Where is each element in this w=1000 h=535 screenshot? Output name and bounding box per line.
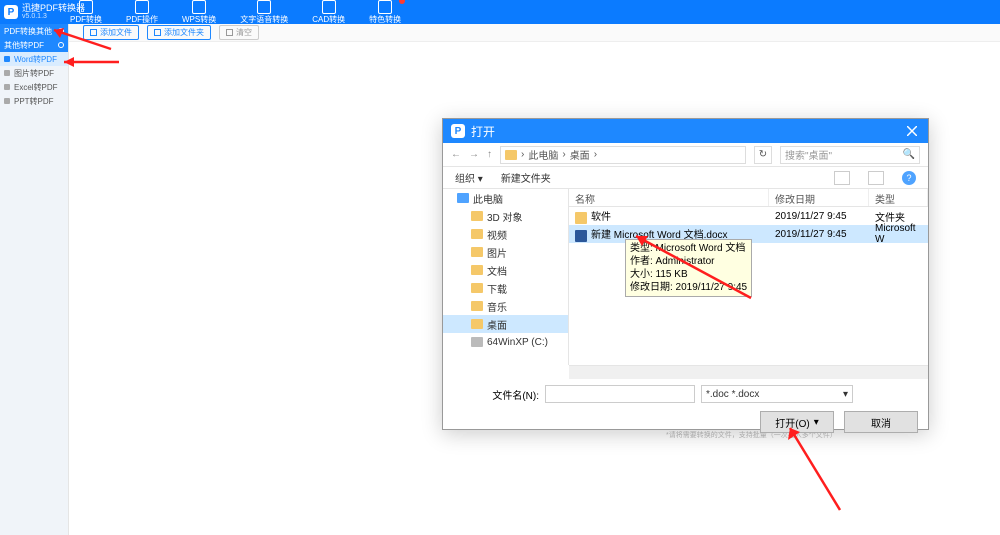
pc-icon [505, 150, 517, 160]
nav-back-button[interactable]: ← [451, 149, 461, 160]
list-header: 名称 修改日期 类型 [569, 189, 928, 207]
sidebar-section-pdf-to-other[interactable]: PDF转换其他 [0, 24, 68, 38]
word-icon [575, 230, 587, 242]
filename-input[interactable] [545, 385, 695, 403]
folder-icon [471, 265, 483, 275]
refresh-button[interactable]: ↻ [754, 146, 772, 164]
drive-icon [471, 337, 483, 347]
tree-item-pc[interactable]: 此电脑 [443, 189, 568, 207]
tab-special[interactable]: 特色转换 [369, 0, 401, 25]
app-logo: P [4, 5, 18, 19]
tree-item[interactable]: 下载 [443, 279, 568, 297]
tab-pdf-convert[interactable]: PDF转换 [70, 0, 102, 25]
nav-up-button[interactable]: ↑ [487, 149, 492, 160]
close-button[interactable] [904, 123, 920, 139]
tab-wps[interactable]: WPS转换 [182, 0, 216, 25]
folder-icon [471, 229, 483, 239]
breadcrumb[interactable]: › 此电脑 › 桌面 › [500, 146, 746, 164]
folder-icon [154, 29, 161, 36]
tree-item[interactable]: 3D 对象 [443, 207, 568, 225]
file-tooltip: 类型: Microsoft Word 文档 作者: Administrator … [625, 239, 752, 297]
sidebar-item-excel-to-pdf[interactable]: Excel转PDF [0, 80, 68, 94]
sidebar-item-image-to-pdf[interactable]: 图片转PDF [0, 66, 68, 80]
chevron-icon [58, 28, 64, 34]
chevron-icon [58, 42, 64, 48]
crumb-separator: › [521, 149, 524, 160]
tree-item[interactable]: 音乐 [443, 297, 568, 315]
crumb-separator: › [594, 149, 597, 160]
file-open-dialog: P 打开 ← → ↑ › 此电脑 › 桌面 › ↻ 搜索"桌面" 🔍 组织 ▾ … [442, 118, 929, 430]
tree-item[interactable]: 图片 [443, 243, 568, 261]
dialog-titlebar: P 打开 [443, 119, 928, 143]
sidebar-item-word-to-pdf[interactable]: Word转PDF [0, 52, 68, 66]
main-tabs: PDF转换 PDF操作 WPS转换 文字语音转换 CAD转换 特色转换 [70, 0, 401, 24]
chevron-down-icon: ▾ [814, 417, 819, 428]
tab-audio[interactable]: 文字语音转换 [240, 0, 288, 25]
filename-label: 文件名(N): [453, 387, 539, 402]
col-name[interactable]: 名称 [569, 189, 769, 206]
folder-icon [471, 247, 483, 257]
search-input[interactable]: 搜索"桌面" 🔍 [780, 146, 920, 164]
dialog-toolbar: 组织 ▾ 新建文件夹 ? [443, 167, 928, 189]
sidebar-item-ppt-to-pdf[interactable]: PPT转PDF [0, 94, 68, 108]
dialog-title: 打开 [471, 123, 495, 140]
col-type[interactable]: 类型 [869, 189, 928, 206]
search-icon: 🔍 [903, 149, 915, 160]
dialog-nav: ← → ↑ › 此电脑 › 桌面 › ↻ 搜索"桌面" 🔍 [443, 143, 928, 167]
pc-icon [457, 193, 469, 203]
folder-icon [471, 283, 483, 293]
cancel-button[interactable]: 取消 [844, 411, 918, 433]
trash-icon [226, 29, 233, 36]
new-folder-button[interactable]: 新建文件夹 [501, 170, 551, 185]
sidebar-section-other-to-pdf[interactable]: 其他转PDF [0, 38, 68, 52]
organize-button[interactable]: 组织 ▾ [455, 170, 483, 185]
plus-icon [90, 29, 97, 36]
folder-icon [471, 211, 483, 221]
tab-cad[interactable]: CAD转换 [312, 0, 345, 25]
horizontal-scrollbar[interactable] [569, 365, 928, 379]
view-details-button[interactable] [868, 171, 884, 185]
sidebar: PDF转换其他 其他转PDF Word转PDF 图片转PDF Excel转PDF… [0, 24, 69, 535]
view-list-button[interactable] [834, 171, 850, 185]
file-type-filter[interactable]: *.doc *.docx▾ [701, 385, 853, 403]
file-list: 名称 修改日期 类型 软件 2019/11/27 9:45 文件夹 新建 Mic… [569, 189, 928, 365]
nav-forward-button[interactable]: → [469, 149, 479, 160]
tree-item-drive[interactable]: 64WinXP (C:) [443, 333, 568, 351]
folder-tree: 此电脑 3D 对象 视频 图片 文档 下载 音乐 桌面 64WinXP (C:) [443, 189, 569, 365]
tab-pdf-op[interactable]: PDF操作 [126, 0, 158, 25]
folder-icon [471, 319, 483, 329]
refresh-icon: ↻ [759, 149, 767, 160]
col-date[interactable]: 修改日期 [769, 189, 869, 206]
crumb-separator: › [562, 149, 565, 160]
folder-icon [575, 212, 587, 224]
tree-item[interactable]: 视频 [443, 225, 568, 243]
help-button[interactable]: ? [902, 171, 916, 185]
open-button[interactable]: 打开(O)▾ [760, 411, 834, 433]
chevron-down-icon: ▾ [843, 389, 848, 400]
tree-item-desktop[interactable]: 桌面 [443, 315, 568, 333]
badge-icon [399, 0, 405, 4]
main-toolbar: 添加文件 添加文件夹 清空 [69, 24, 1000, 42]
tree-item[interactable]: 文档 [443, 261, 568, 279]
dialog-logo: P [451, 124, 465, 138]
add-file-button[interactable]: 添加文件 [83, 25, 139, 40]
folder-icon [471, 301, 483, 311]
clear-button[interactable]: 清空 [219, 25, 259, 40]
add-folder-button[interactable]: 添加文件夹 [147, 25, 211, 40]
close-icon [907, 126, 917, 136]
